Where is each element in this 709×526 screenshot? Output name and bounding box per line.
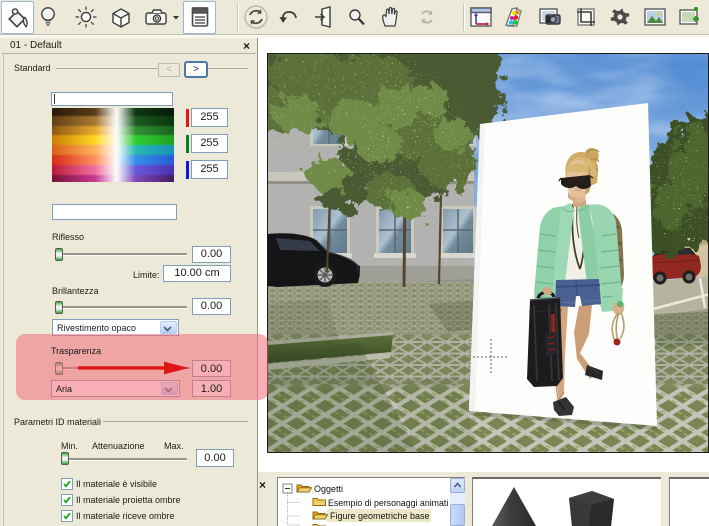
svg-text:Esempio di personaggi animati: Esempio di personaggi animati: [328, 498, 448, 508]
svg-text:Oggetti: Oggetti: [314, 484, 343, 494]
svg-text:Figure geometriche base: Figure geometriche base: [330, 511, 430, 521]
